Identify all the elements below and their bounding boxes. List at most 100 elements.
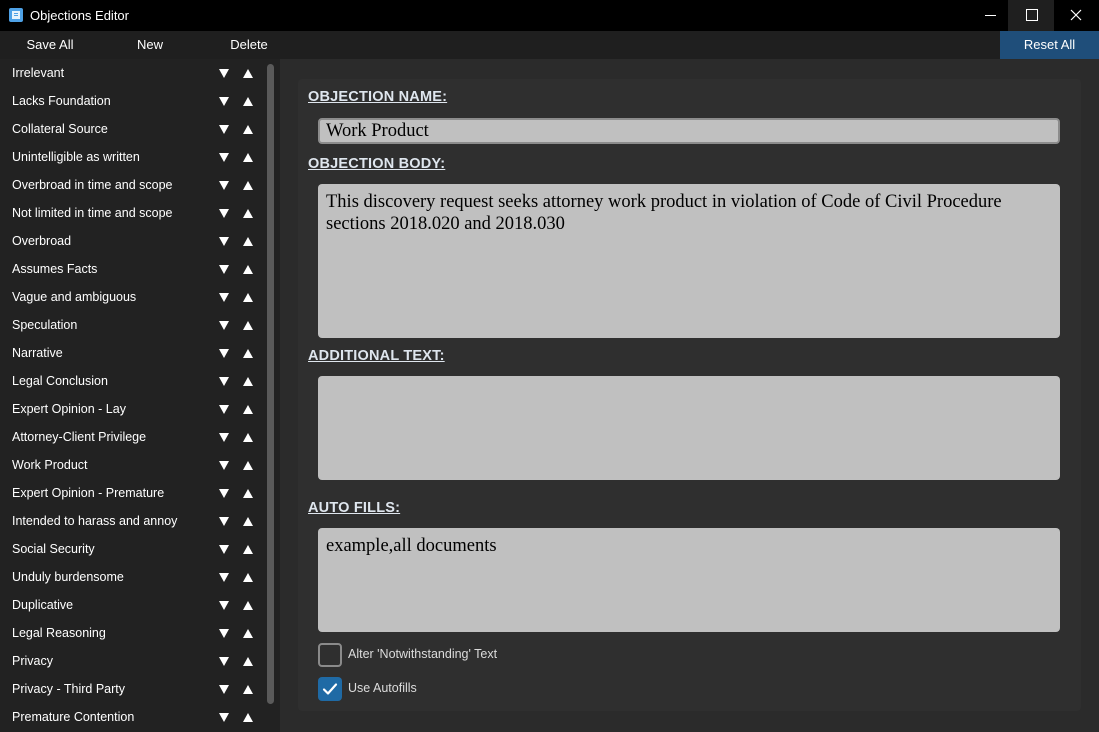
move-up-icon[interactable] <box>241 710 255 724</box>
move-down-icon[interactable] <box>217 346 231 360</box>
list-item[interactable]: Overbroad in time and scope <box>0 171 264 199</box>
move-up-icon[interactable] <box>241 290 255 304</box>
delete-button[interactable]: Delete <box>199 31 299 59</box>
list-item[interactable]: Social Security <box>0 535 264 563</box>
list-item[interactable]: Expert Opinion - Lay <box>0 395 264 423</box>
move-up-icon[interactable] <box>241 262 255 276</box>
title-bar: Objections Editor <box>0 0 1099 31</box>
list-item[interactable]: Assumes Facts <box>0 255 264 283</box>
auto-fills-textarea[interactable]: example,all documents <box>318 528 1060 632</box>
move-down-icon[interactable] <box>217 234 231 248</box>
move-up-icon[interactable] <box>241 486 255 500</box>
list-item[interactable]: Speculation <box>0 311 264 339</box>
move-up-icon[interactable] <box>241 682 255 696</box>
objection-body-textarea[interactable]: This discovery request seeks attorney wo… <box>318 184 1060 338</box>
move-up-icon[interactable] <box>241 570 255 584</box>
move-up-icon[interactable] <box>241 234 255 248</box>
list-item[interactable]: Expert Opinion - Premature <box>0 479 264 507</box>
list-item[interactable]: Duplicative <box>0 591 264 619</box>
additional-text-textarea[interactable] <box>318 376 1060 480</box>
objection-name-input[interactable]: Work Product <box>318 118 1060 144</box>
maximize-button[interactable] <box>1008 0 1054 31</box>
move-up-icon[interactable] <box>241 122 255 136</box>
move-down-icon[interactable] <box>217 94 231 108</box>
move-down-icon[interactable] <box>217 374 231 388</box>
move-down-icon[interactable] <box>217 66 231 80</box>
list-item[interactable]: Privacy <box>0 647 264 675</box>
toolbar: Save All New Delete Reset All <box>0 31 1099 59</box>
move-down-icon[interactable] <box>217 150 231 164</box>
move-down-icon[interactable] <box>217 598 231 612</box>
close-button[interactable] <box>1053 0 1099 31</box>
list-item[interactable]: Vague and ambiguous <box>0 283 264 311</box>
move-up-icon[interactable] <box>241 626 255 640</box>
move-up-icon[interactable] <box>241 598 255 612</box>
list-item-label: Collateral Source <box>12 122 108 136</box>
move-up-icon[interactable] <box>241 402 255 416</box>
move-down-icon[interactable] <box>217 318 231 332</box>
list-item[interactable]: Attorney-Client Privilege <box>0 423 264 451</box>
move-down-icon[interactable] <box>217 710 231 724</box>
move-down-icon[interactable] <box>217 206 231 220</box>
move-down-icon[interactable] <box>217 486 231 500</box>
objection-body-label: OBJECTION BODY: <box>308 156 446 172</box>
move-up-icon[interactable] <box>241 66 255 80</box>
list-item[interactable]: Unintelligible as written <box>0 143 264 171</box>
move-down-icon[interactable] <box>217 290 231 304</box>
move-down-icon[interactable] <box>217 262 231 276</box>
move-down-icon[interactable] <box>217 570 231 584</box>
list-item[interactable]: Overbroad <box>0 227 264 255</box>
list-item[interactable]: Narrative <box>0 339 264 367</box>
move-up-icon[interactable] <box>241 542 255 556</box>
move-down-icon[interactable] <box>217 458 231 472</box>
list-item-label: Intended to harass and annoy <box>12 514 178 528</box>
list-item[interactable]: Privacy - Third Party <box>0 675 264 703</box>
move-up-icon[interactable] <box>241 514 255 528</box>
move-up-icon[interactable] <box>241 206 255 220</box>
move-down-icon[interactable] <box>217 542 231 556</box>
save-all-button[interactable]: Save All <box>0 31 100 59</box>
list-item[interactable]: Legal Reasoning <box>0 619 264 647</box>
scrollbar[interactable] <box>265 61 275 729</box>
use-autofills-checkbox-row[interactable]: Use Autofills <box>318 677 438 701</box>
list-item-label: Not limited in time and scope <box>12 206 173 220</box>
use-autofills-checkbox[interactable] <box>318 677 342 701</box>
alter-notwithstanding-checkbox-row[interactable]: Alter 'Notwithstanding' Text <box>318 643 518 667</box>
minimize-button[interactable] <box>967 0 1013 31</box>
move-down-icon[interactable] <box>217 682 231 696</box>
list-item-label: Premature Contention <box>12 710 135 724</box>
objections-list: Irrelevant Lacks Foundation Collateral Sou… <box>0 59 280 732</box>
list-item[interactable]: Lacks Foundation <box>0 87 264 115</box>
move-down-icon[interactable] <box>217 626 231 640</box>
move-down-icon[interactable] <box>217 178 231 192</box>
move-down-icon[interactable] <box>217 654 231 668</box>
reset-all-button[interactable]: Reset All <box>1000 31 1099 59</box>
move-down-icon[interactable] <box>217 430 231 444</box>
scroll-thumb[interactable] <box>267 64 274 704</box>
move-up-icon[interactable] <box>241 374 255 388</box>
list-item-label: Expert Opinion - Lay <box>12 402 126 416</box>
list-item[interactable]: Intended to harass and annoy <box>0 507 264 535</box>
objection-name-label: OBJECTION NAME: <box>308 89 448 105</box>
move-up-icon[interactable] <box>241 94 255 108</box>
move-up-icon[interactable] <box>241 346 255 360</box>
move-up-icon[interactable] <box>241 178 255 192</box>
list-item[interactable]: Collateral Source <box>0 115 264 143</box>
move-up-icon[interactable] <box>241 458 255 472</box>
move-up-icon[interactable] <box>241 430 255 444</box>
move-down-icon[interactable] <box>217 402 231 416</box>
window-title: Objections Editor <box>30 8 129 23</box>
move-down-icon[interactable] <box>217 122 231 136</box>
move-down-icon[interactable] <box>217 514 231 528</box>
list-item[interactable]: Work Product <box>0 451 264 479</box>
list-item[interactable]: Not limited in time and scope <box>0 199 264 227</box>
list-item[interactable]: Unduly burdensome <box>0 563 264 591</box>
list-item[interactable]: Legal Conclusion <box>0 367 264 395</box>
move-up-icon[interactable] <box>241 150 255 164</box>
alter-notwithstanding-checkbox[interactable] <box>318 643 342 667</box>
new-button[interactable]: New <box>100 31 200 59</box>
list-item[interactable]: Premature Contention <box>0 703 264 731</box>
move-up-icon[interactable] <box>241 654 255 668</box>
list-item[interactable]: Irrelevant <box>0 59 264 87</box>
move-up-icon[interactable] <box>241 318 255 332</box>
